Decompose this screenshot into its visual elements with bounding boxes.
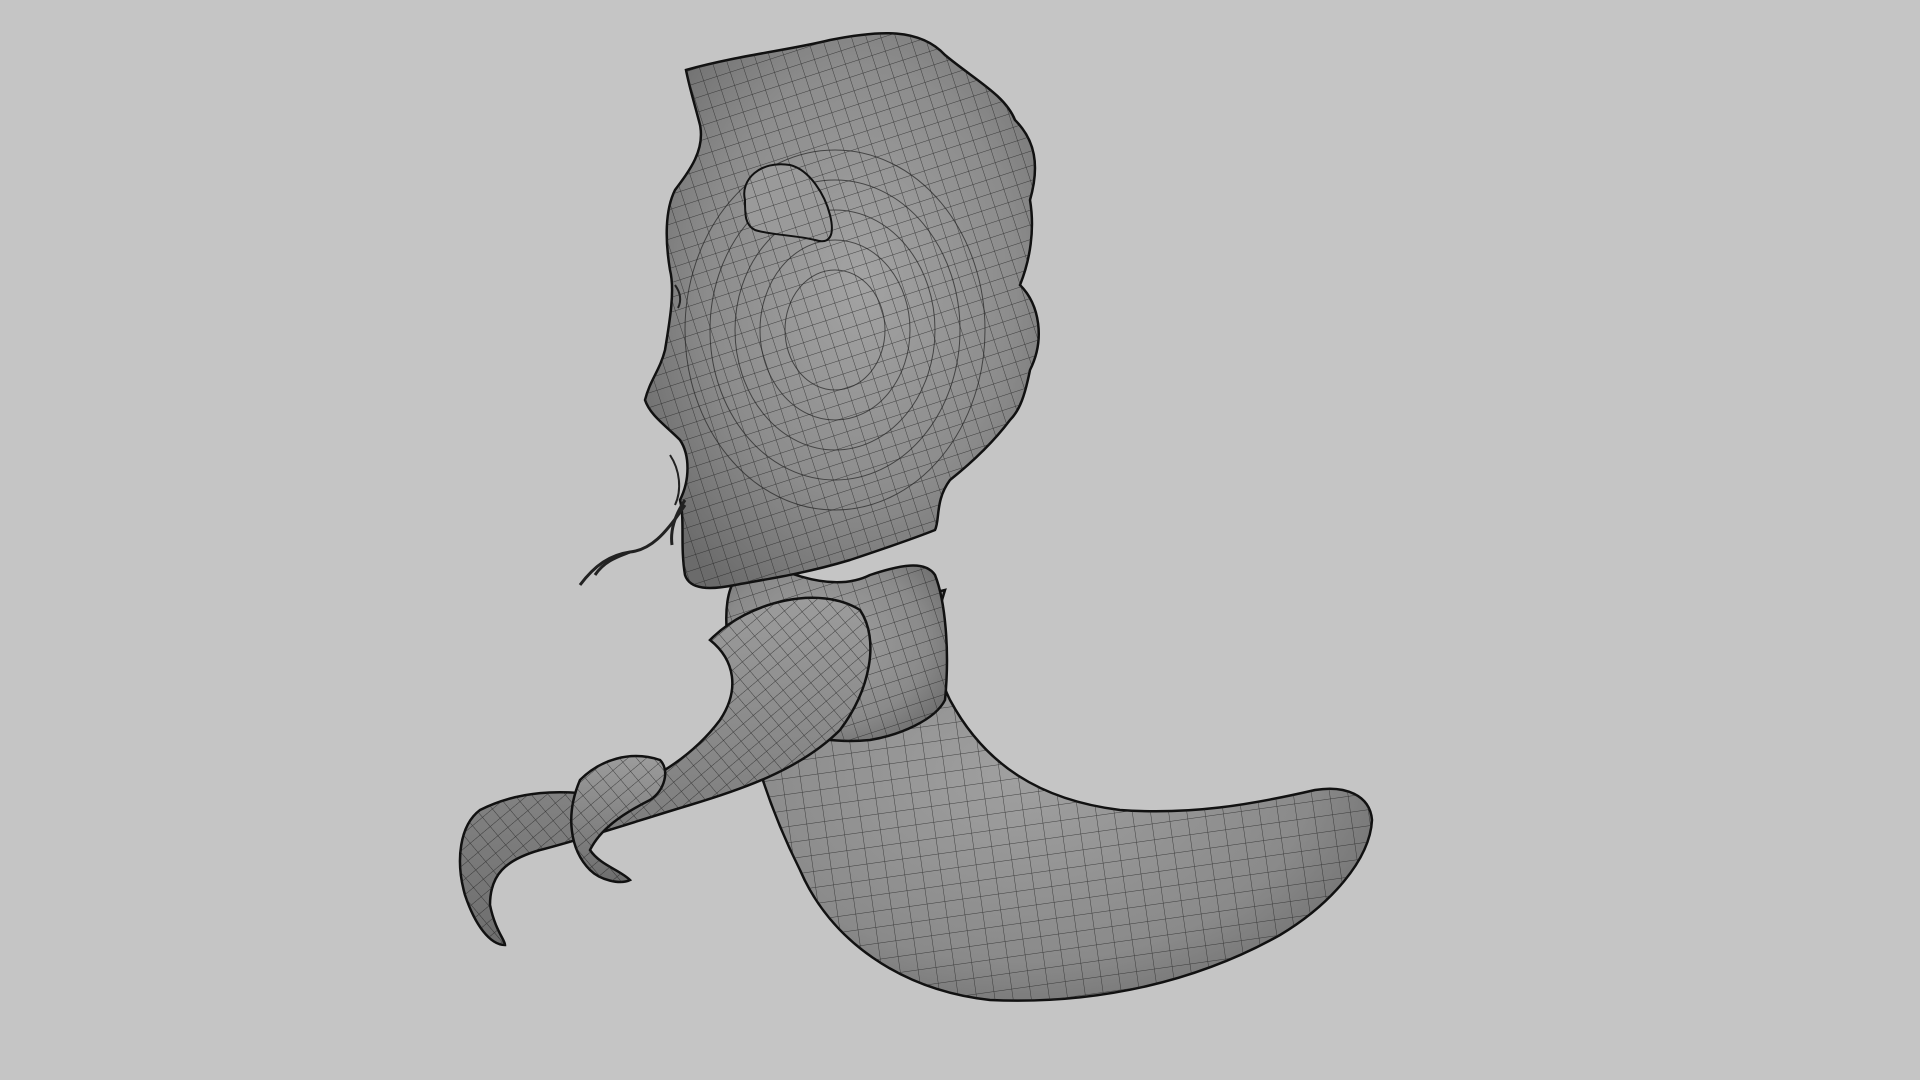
mouth-line (669, 454, 681, 506)
creature-model[interactable] (458, 31, 1374, 1002)
viewport-canvas[interactable] (0, 0, 1920, 1080)
head-mesh[interactable] (643, 31, 1040, 590)
whiskers (578, 499, 687, 586)
hand-mesh[interactable] (570, 754, 667, 884)
3d-viewport[interactable] (0, 0, 1920, 1080)
